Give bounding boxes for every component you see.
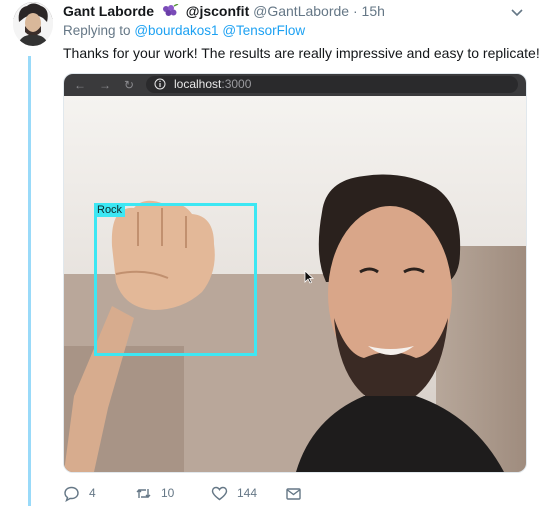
share-button[interactable] xyxy=(285,484,311,502)
share-icon xyxy=(286,487,301,500)
grapes-emoji xyxy=(161,3,179,18)
like-count: 144 xyxy=(237,486,258,500)
info-icon[interactable] xyxy=(154,78,166,90)
like-button[interactable]: 144 xyxy=(211,484,257,502)
tweet-header: Gant Laborde @jsconfit @GantLaborde · 15… xyxy=(63,2,385,20)
mention-link[interactable]: @TensorFlow xyxy=(222,23,305,38)
media-attachment[interactable]: ← → ↻ localhost:3000 Rock xyxy=(63,73,527,473)
user-handle[interactable]: @GantLaborde xyxy=(253,3,349,19)
separator-dot: · xyxy=(352,3,358,19)
like-icon xyxy=(211,486,228,500)
browser-toolbar: ← → ↻ localhost:3000 xyxy=(64,74,526,96)
tweet-text: Thanks for your work! The results are re… xyxy=(63,45,540,61)
reply-count: 4 xyxy=(89,486,96,500)
forward-arrow-icon[interactable]: → xyxy=(99,78,111,92)
screen-name[interactable]: @jsconfit xyxy=(186,3,249,19)
timestamp[interactable]: 15h xyxy=(362,3,385,19)
action-bar: 4 10 144 xyxy=(63,484,363,502)
retweet-count: 10 xyxy=(161,486,175,500)
url-host: localhost xyxy=(174,77,222,91)
replying-prefix: Replying to xyxy=(63,23,131,38)
chevron-down-icon[interactable] xyxy=(510,5,524,19)
mention-link[interactable]: @bourdakos1 xyxy=(134,23,218,38)
thread-line xyxy=(28,56,31,506)
retweet-button[interactable]: 10 xyxy=(135,484,174,502)
url-text: localhost:3000 xyxy=(174,77,251,92)
avatar[interactable] xyxy=(13,2,53,46)
reply-icon xyxy=(64,486,79,502)
detection-label: Rock xyxy=(94,203,126,217)
display-name[interactable]: Gant Laborde xyxy=(63,3,154,19)
replying-to: Replying to @bourdakos1 @TensorFlow xyxy=(63,23,305,38)
url-port: :3000 xyxy=(221,77,252,91)
reload-icon[interactable]: ↻ xyxy=(124,78,134,92)
mouse-cursor xyxy=(304,270,314,284)
detection-bounding-box xyxy=(94,203,257,356)
reply-button[interactable]: 4 xyxy=(63,484,96,502)
back-arrow-icon[interactable]: ← xyxy=(74,78,86,92)
retweet-icon xyxy=(136,488,151,498)
